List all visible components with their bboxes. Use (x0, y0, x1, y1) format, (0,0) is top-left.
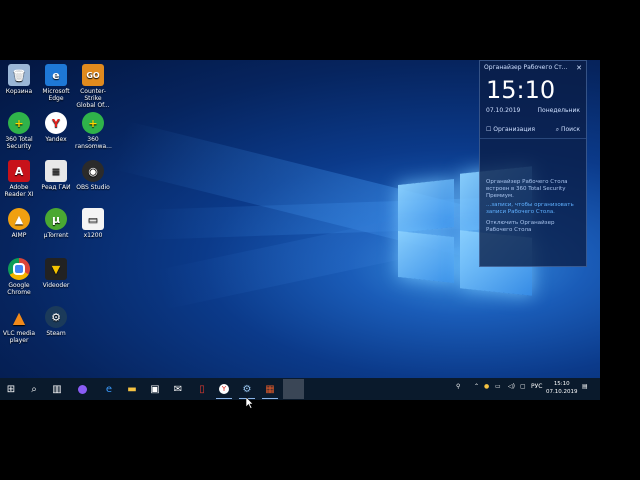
desktop-icon-videoder[interactable]: ▼ Videoder (38, 258, 74, 289)
mail-icon[interactable]: ✉ (170, 381, 186, 397)
desktop-icon-csgo[interactable]: GO Counter-Strike Global Of... (75, 64, 111, 109)
search-icon: ⌕ (555, 126, 560, 133)
pdf-icon[interactable]: ▯ (194, 381, 210, 397)
clock-time: 15:10 (553, 381, 570, 387)
desktop: 🗑 Корзина e Microsoft Edge GO Counter-St… (0, 60, 600, 400)
widget-weekday: Понедельник (537, 107, 580, 114)
recycle-bin-icon: 🗑 (8, 64, 30, 86)
widget-info-text: Органайзер Рабочего Стола встроен в 360 … (486, 179, 568, 199)
videoder-icon: ▼ (45, 258, 67, 280)
desktop-icon-document[interactable]: ≡ Реад ГАИ (38, 160, 74, 191)
desktop-icon-steam[interactable]: ⚙ Steam (38, 306, 74, 337)
widget-title: Органайзер Рабочего Ст... (484, 64, 568, 71)
yandex-icon: Y (45, 112, 67, 134)
csgo-icon: GO (82, 64, 104, 86)
desktop-icon-utorrent[interactable]: μ μTorrent (38, 208, 74, 239)
disable-organizer-link[interactable]: Отключить Органайзер Рабочего Стола (486, 220, 580, 234)
document-icon: ≡ (45, 160, 67, 182)
organize-label: Организация (493, 126, 535, 133)
clock-date: 07.10.2019 (546, 389, 578, 395)
search-button[interactable]: ⌕ Поиск (556, 126, 580, 134)
network-icon[interactable]: ▭ (495, 383, 501, 390)
desktop-icon-edge[interactable]: e Microsoft Edge (38, 64, 74, 102)
aimp-icon: ▲ (8, 208, 30, 230)
app-taskbar-icon[interactable]: ▦ (262, 381, 278, 397)
mouse-pointer-icon (246, 397, 254, 409)
desktop-icon-adobe-reader[interactable]: A Adobe Reader XI (1, 160, 37, 198)
obs-icon: ◉ (82, 160, 104, 182)
widget-date: 07.10.2019 (486, 107, 521, 114)
widget-header: Органайзер Рабочего Ст... ✕ (480, 61, 586, 75)
desktop-icon-yandex[interactable]: Y Yandex (38, 112, 74, 143)
active-window-button[interactable] (283, 379, 304, 399)
desktop-icon-vlc[interactable]: ▲ VLC media player (1, 306, 37, 344)
task-view-icon[interactable]: ▥ (49, 381, 65, 397)
widget-info: Органайзер Рабочего Стола встроен в 360 … (480, 139, 586, 234)
utorrent-icon: μ (45, 208, 67, 230)
cortana-icon[interactable] (74, 381, 90, 397)
vlc-icon: ▲ (12, 307, 26, 327)
widget-toolbar: ☐ Организация ⌕ Поиск (480, 116, 586, 139)
widget-date-row: 07.10.2019 Понедельник (480, 105, 586, 116)
desktop-icon-chrome[interactable]: Google Chrome (1, 258, 37, 296)
desktop-icon-file[interactable]: ▭ x1200 (75, 208, 111, 239)
desktop-icon-obs[interactable]: ◉ OBS Studio (75, 160, 111, 191)
widget-time: 15:10 (486, 76, 556, 104)
360-icon: + (8, 112, 30, 134)
taskbar-clock[interactable]: 15:10 07.10.2019 (546, 380, 578, 396)
widget-info-text2: ...записи, чтобы организовать записи Раб… (486, 202, 574, 215)
file-icon: ▭ (82, 208, 104, 230)
language-indicator[interactable]: РУС (531, 383, 542, 390)
search-label: Поиск (560, 126, 580, 133)
steam-icon: ⚙ (45, 306, 67, 328)
chevron-up-icon[interactable]: ⌃ (474, 383, 479, 390)
edge-icon: e (45, 64, 67, 86)
volume-icon[interactable]: ◁) (508, 383, 515, 390)
360-ransom-icon: + (82, 112, 104, 134)
notification-icon[interactable]: ▤ (582, 383, 588, 390)
taskbar: ⊞ ⌕ ▥ e ▬ ▣ ✉ ▯ Y ⚙ ▦ ⚲ ⌃ ● ▭ ◁) ▢ РУС 1… (0, 378, 600, 400)
store-icon[interactable]: ▣ (147, 381, 163, 397)
taskbar-active-underline (216, 398, 232, 399)
people-icon[interactable]: ⚲ (456, 383, 460, 390)
taskbar-active-underline (262, 398, 278, 399)
desktop-organizer-widget: Органайзер Рабочего Ст... ✕ 15:10 07.10.… (479, 60, 587, 267)
yandex-taskbar-icon[interactable]: Y (216, 381, 232, 397)
desktop-icon-recycle-bin[interactable]: 🗑 Корзина (1, 64, 37, 95)
close-icon[interactable]: ✕ (576, 64, 582, 72)
explorer-icon[interactable]: ▬ (124, 381, 140, 397)
adobe-reader-icon: A (8, 160, 30, 182)
tray-utility-icon[interactable]: ▢ (520, 383, 526, 390)
tray-app-icon[interactable]: ● (484, 383, 489, 390)
organize-button[interactable]: ☐ Организация (486, 126, 535, 134)
search-icon[interactable]: ⌕ (26, 381, 42, 397)
desktop-icon-360-ransomware[interactable]: + 360 ransomwa... (75, 112, 112, 150)
chrome-icon (8, 258, 30, 280)
steam-taskbar-icon[interactable]: ⚙ (239, 381, 255, 397)
desktop-icon-aimp[interactable]: ▲ AIMP (1, 208, 37, 239)
start-icon[interactable]: ⊞ (3, 381, 19, 397)
desktop-icon-360[interactable]: + 360 Total Security (1, 112, 37, 150)
edge-taskbar-icon[interactable]: e (101, 381, 117, 397)
